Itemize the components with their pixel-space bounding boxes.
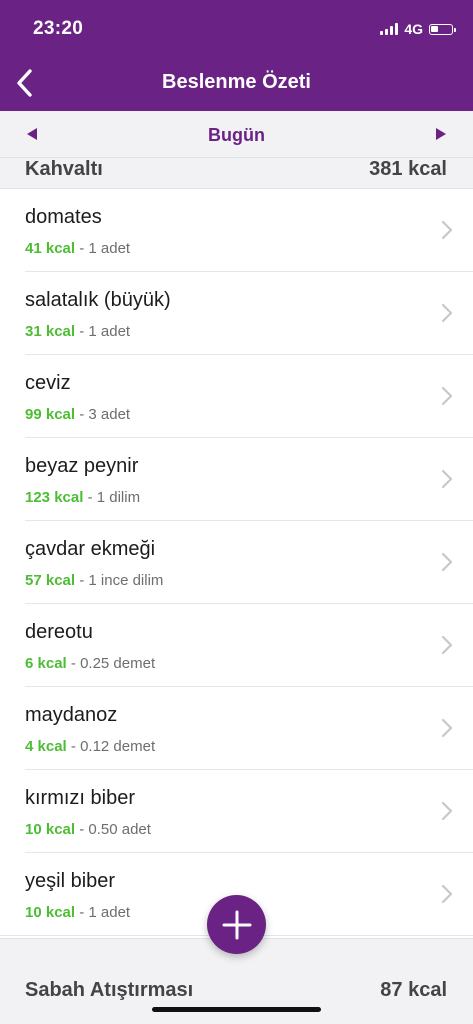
section-name: Sabah Atıştırması [25,979,194,1001]
chevron-right-icon [441,718,453,738]
food-name: çavdar ekmeği [25,538,156,560]
food-list-item[interactable]: kırmızı biber 10 kcal - 0.50 adet [0,770,473,853]
food-meta: 10 kcal - 1 adet [25,904,130,921]
chevron-right-icon [441,469,453,489]
network-label: 4G [404,21,423,37]
food-name: salatalık (büyük) [25,289,171,311]
meta-separator: - [87,489,93,506]
food-portion: 3 adet [88,406,131,423]
chevron-right-icon [441,801,453,821]
status-time: 23:20 [33,18,84,39]
chevron-right-icon [441,220,453,240]
food-name: yeşil biber [25,870,116,892]
signal-icon [380,23,399,35]
meta-separator: - [79,240,85,257]
food-kcal: 6 kcal [25,655,67,672]
food-meta: 99 kcal - 3 adet [25,406,130,423]
food-meta: 41 kcal - 1 adet [25,240,130,257]
food-kcal: 57 kcal [25,572,76,589]
meta-separator: - [79,406,85,423]
food-meta: 123 kcal - 1 dilim [25,489,140,506]
meta-separator: - [79,904,85,921]
status-indicators: 4G [380,20,456,38]
food-portion: 1 ince dilim [88,572,164,589]
section-name: Kahvaltı [25,158,103,180]
food-meta: 57 kcal - 1 ince dilim [25,572,163,589]
page-title: Beslenme Özeti [162,71,311,93]
food-list-item[interactable]: ceviz 99 kcal - 3 adet [0,355,473,438]
food-portion: 1 adet [88,240,131,257]
food-meta: 31 kcal - 1 adet [25,323,130,340]
chevron-right-icon [441,884,453,904]
meta-separator: - [79,323,85,340]
food-name: kırmızı biber [25,787,136,809]
food-kcal: 10 kcal [25,821,76,838]
food-list-item[interactable]: domates 41 kcal - 1 adet [0,189,473,272]
food-name: maydanoz [25,704,118,726]
date-navigator: Bugün [0,111,473,158]
food-portion: 0.12 demet [80,738,156,755]
section-kcal-total: 87 kcal [380,979,447,1001]
food-kcal: 99 kcal [25,406,76,423]
battery-icon [429,23,456,35]
food-name: beyaz peynir [25,455,139,477]
section-header-breakfast: Kahvaltı 381 kcal [0,158,473,189]
food-name: dereotu [25,621,93,643]
meta-separator: - [79,572,85,589]
food-kcal: 31 kcal [25,323,76,340]
chevron-right-icon [441,386,453,406]
food-portion: 1 adet [88,323,131,340]
food-kcal: 4 kcal [25,738,67,755]
food-list: domates 41 kcal - 1 adet salatalık (büyü… [0,189,473,936]
food-kcal: 10 kcal [25,904,76,921]
food-list-item[interactable]: maydanoz 4 kcal - 0.12 demet [0,687,473,770]
food-meta: 4 kcal - 0.12 demet [25,738,155,755]
food-list-item[interactable]: dereotu 6 kcal - 0.25 demet [0,604,473,687]
chevron-right-icon [441,303,453,323]
plus-icon [222,910,251,939]
status-bar: 23:20 4G [0,0,473,58]
home-indicator[interactable] [152,1007,321,1012]
food-portion: 1 adet [88,904,131,921]
meta-separator: - [79,821,85,838]
food-name: domates [25,206,102,228]
next-day-button[interactable] [431,124,451,144]
chevron-right-icon [441,552,453,572]
food-kcal: 123 kcal [25,489,84,506]
food-portion: 0.50 adet [88,821,151,838]
food-portion: 1 dilim [96,489,141,506]
add-food-button[interactable] [207,895,266,954]
food-meta: 6 kcal - 0.25 demet [25,655,155,672]
food-kcal: 41 kcal [25,240,76,257]
triangle-right-icon [436,128,446,140]
section-kcal-total: 381 kcal [369,158,447,180]
chevron-right-icon [441,635,453,655]
food-meta: 10 kcal - 0.50 adet [25,821,151,838]
food-list-item[interactable]: çavdar ekmeği 57 kcal - 1 ince dilim [0,521,473,604]
food-list-item[interactable]: beyaz peynir 123 kcal - 1 dilim [0,438,473,521]
meta-separator: - [70,655,76,672]
food-name: ceviz [25,372,71,394]
food-list-item[interactable]: salatalık (büyük) 31 kcal - 1 adet [0,272,473,355]
date-label[interactable]: Bugün [0,125,473,146]
meta-separator: - [70,738,76,755]
food-portion: 0.25 demet [80,655,156,672]
app-header: 23:20 4G Beslenme Özeti [0,0,473,111]
